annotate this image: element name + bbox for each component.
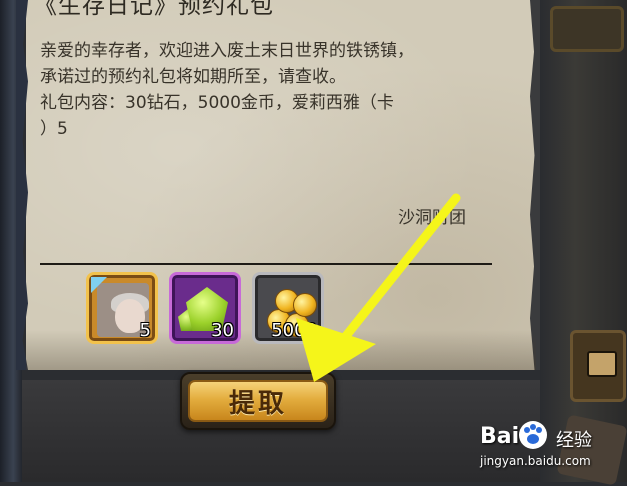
divider-line	[40, 263, 492, 265]
reward-item-character-card[interactable]: 5	[86, 272, 158, 344]
mail-body-line: ）5	[40, 119, 68, 139]
baidu-jingyan-text: 经验	[556, 430, 592, 451]
side-slot-top[interactable]	[550, 6, 624, 52]
mail-body-line: 礼包内容：30钻石，5000金币，爱莉西雅（卡	[40, 93, 394, 113]
torn-edge-left	[16, 0, 28, 370]
card-corner-badge	[91, 277, 107, 293]
reward-quantity: 5000	[271, 320, 317, 341]
right-side-panel	[540, 0, 627, 486]
reward-item-gold[interactable]: 5000	[252, 272, 324, 344]
mail-signature: 沙洞财团	[398, 208, 466, 228]
claim-button-label: 提取	[228, 388, 287, 419]
gold-coin-icon	[293, 293, 317, 317]
mail-icon	[587, 351, 617, 377]
torn-edge-right	[530, 0, 540, 370]
mail-body-line: 亲爱的幸存者，欢迎进入废土末日世界的铁锈镇，	[40, 41, 414, 61]
baidu-logo-text: Bai	[480, 424, 520, 449]
mail-body-line: 承诺过的预约礼包将如期所至，请查收。	[40, 67, 346, 87]
mail-body: 亲爱的幸存者，欢迎进入废土末日世界的铁锈镇， 承诺过的预约礼包将如期所至，请查收…	[40, 38, 490, 142]
watermark-url: jingyan.baidu.com	[480, 454, 591, 468]
paw-icon	[519, 421, 547, 449]
reward-item-diamond[interactable]: 30	[169, 272, 241, 344]
side-mail-button[interactable]	[570, 330, 626, 402]
reward-quantity: 30	[211, 320, 234, 341]
claim-button-face[interactable]: 提取	[188, 380, 328, 422]
reward-quantity: 5	[139, 320, 151, 341]
claim-button[interactable]: 提取	[180, 372, 336, 430]
baidu-watermark: Bai 经验 jingyan.baidu.com	[476, 418, 626, 478]
mail-title: 《生存日记》预约礼包	[34, 0, 274, 19]
